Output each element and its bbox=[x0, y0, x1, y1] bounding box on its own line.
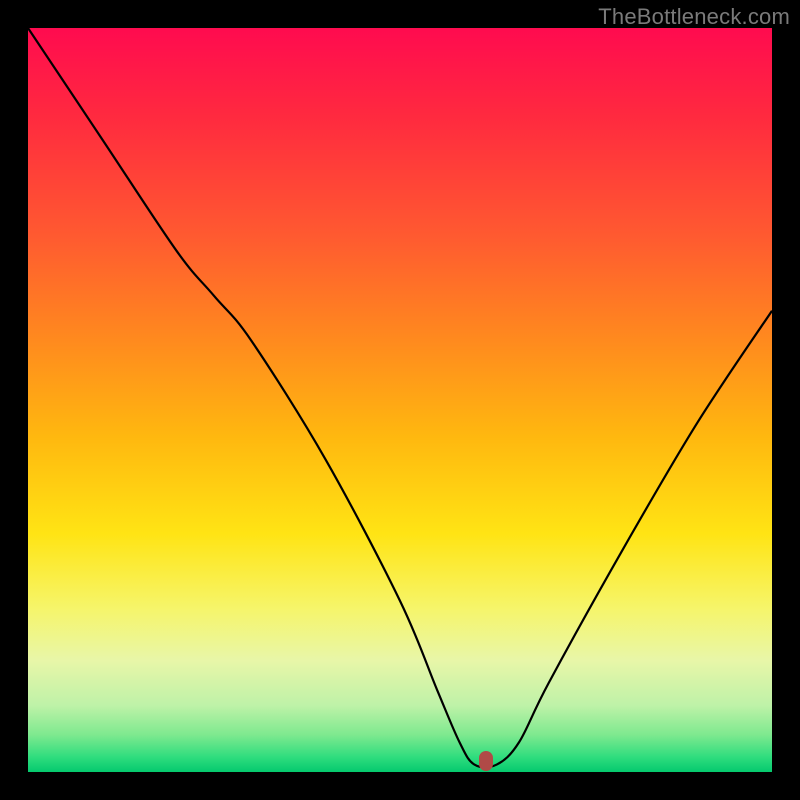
bottleneck-curve bbox=[28, 28, 772, 767]
watermark-text: TheBottleneck.com bbox=[598, 4, 790, 30]
plot-area bbox=[28, 28, 772, 772]
chart-frame: TheBottleneck.com bbox=[0, 0, 800, 800]
optimum-marker bbox=[479, 751, 493, 771]
curve-layer bbox=[28, 28, 772, 772]
